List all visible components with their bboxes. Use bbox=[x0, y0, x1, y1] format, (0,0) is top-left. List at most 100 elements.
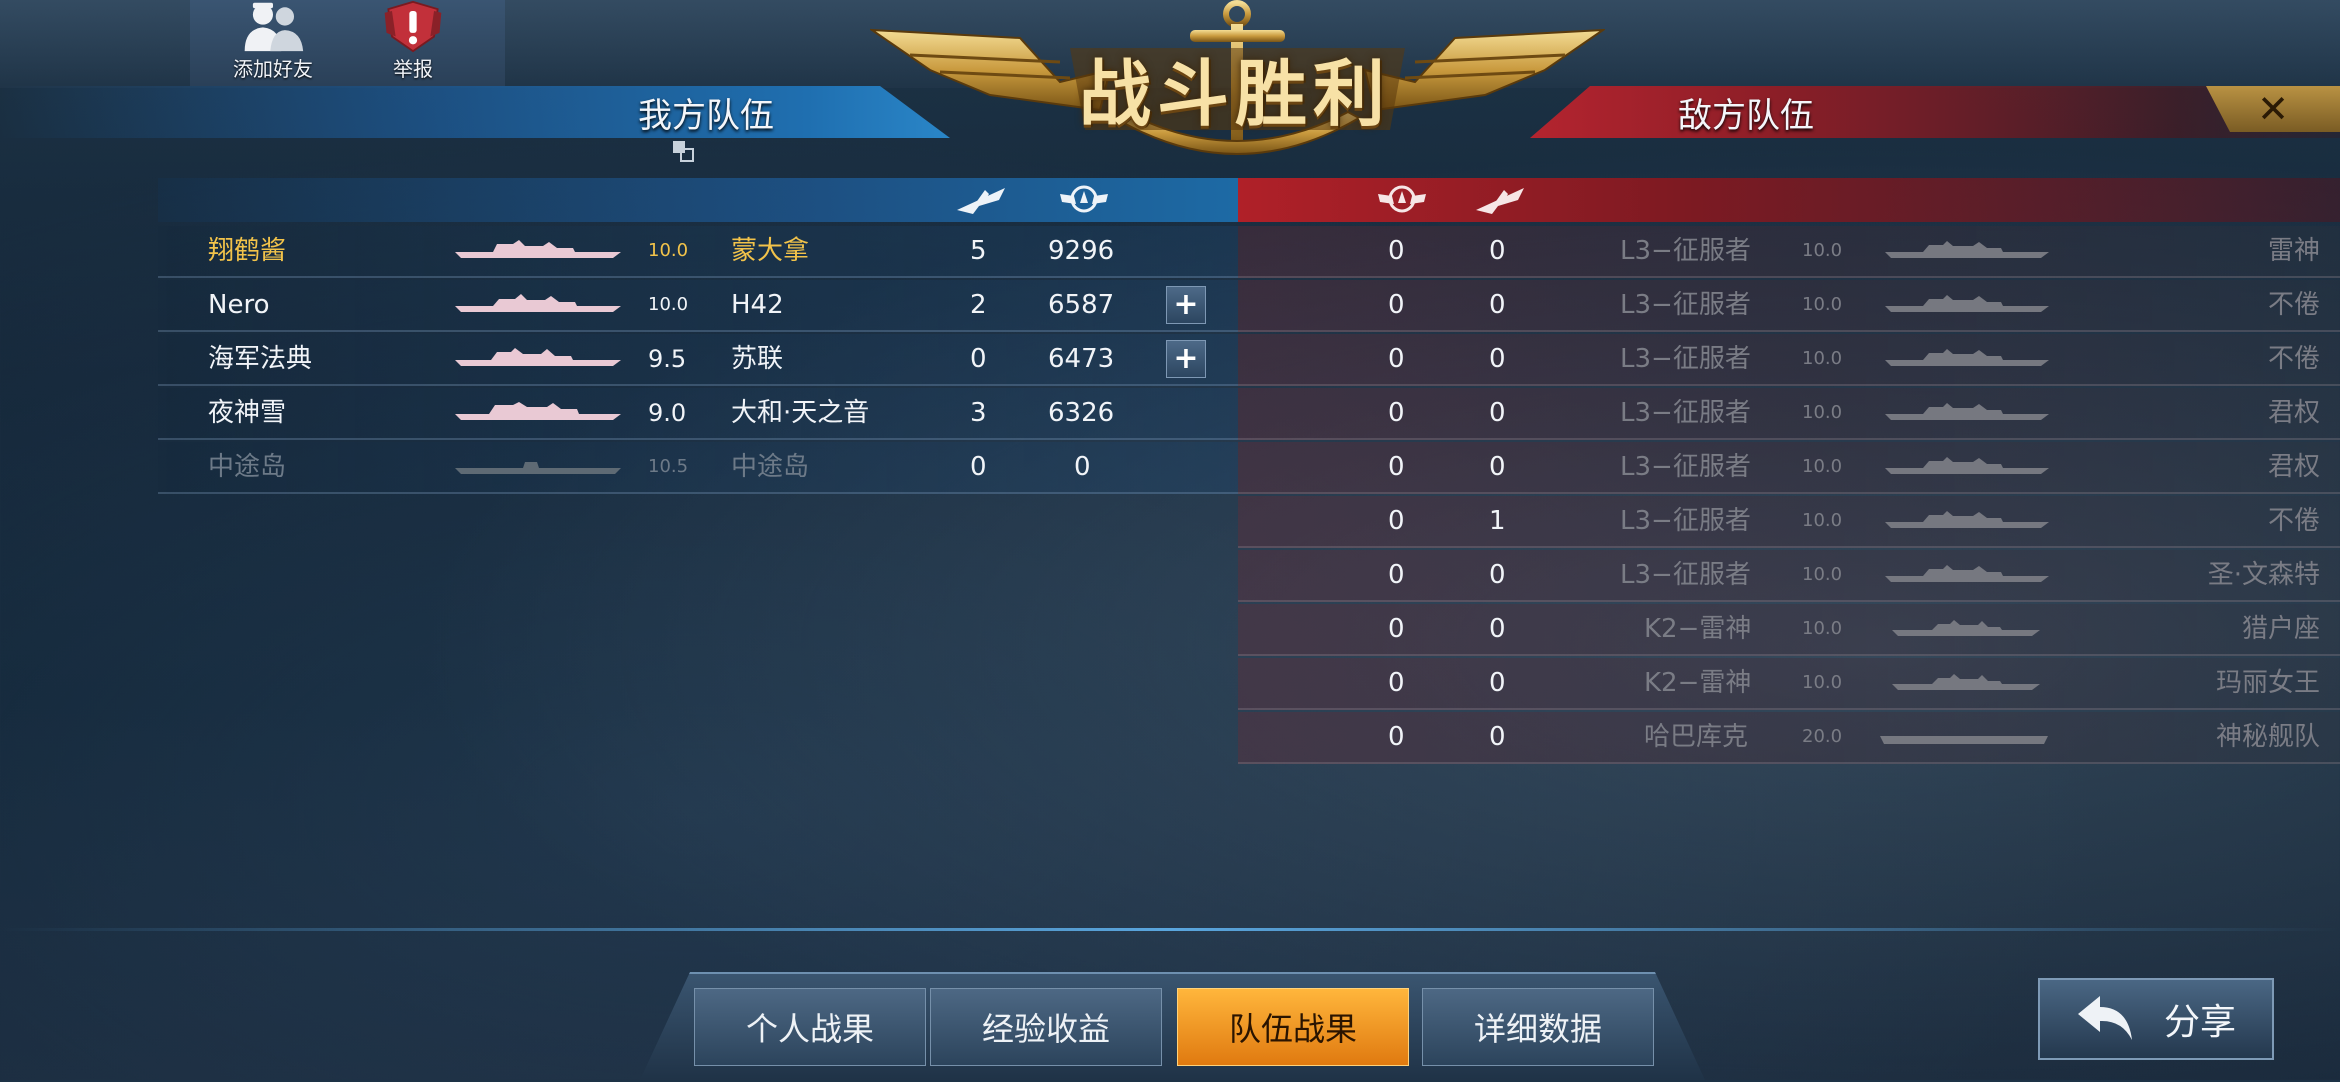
score-value: 0 bbox=[1388, 614, 1405, 644]
score-value: 9296 bbox=[1048, 236, 1115, 266]
kills-count: 2 bbox=[970, 290, 987, 320]
enemy-row[interactable]: 0 0 K2−雷神 10.0 玛丽女王 bbox=[1238, 658, 2340, 710]
expand-icon[interactable] bbox=[672, 140, 694, 162]
battleship-silhouette-icon bbox=[1885, 565, 2049, 582]
ally-row[interactable]: Nero 10.0 H42 2 6587 + bbox=[158, 280, 1238, 332]
battleship-silhouette-icon bbox=[455, 240, 621, 258]
player-name: 不倦 bbox=[2267, 506, 2320, 536]
score-value: 6326 bbox=[1048, 398, 1115, 428]
score-value: 0 bbox=[1388, 668, 1405, 698]
score-value: 0 bbox=[1388, 560, 1405, 590]
player-name: 神秘舰队 bbox=[2215, 722, 2320, 752]
report-shield-icon bbox=[384, 0, 442, 53]
ship-tier: 10.0 bbox=[1802, 456, 1843, 477]
ally-row[interactable]: 中途岛 10.5 中途岛 0 0 bbox=[158, 442, 1238, 494]
battleship-silhouette-icon bbox=[455, 294, 621, 312]
battleship-silhouette-icon bbox=[1885, 295, 2049, 312]
ship-name: 蒙大拿 bbox=[731, 236, 810, 266]
battleship-silhouette-icon bbox=[1885, 457, 2049, 474]
kills-count: 0 bbox=[1489, 398, 1506, 428]
player-name: 海军法典 bbox=[208, 344, 313, 374]
plane-icon bbox=[957, 188, 1005, 214]
battleship-silhouette-icon bbox=[455, 348, 621, 366]
player-name: 猎户座 bbox=[2241, 614, 2320, 644]
ship-name: 哈巴库克 bbox=[1644, 722, 1749, 752]
tab-experience-gain[interactable]: 经验收益 bbox=[930, 988, 1162, 1066]
score-value: 6473 bbox=[1048, 344, 1115, 374]
enemy-row[interactable]: 0 0 L3−征服者 10.0 君权 bbox=[1238, 442, 2340, 494]
battleship-silhouette-icon bbox=[455, 402, 621, 420]
ship-tier: 9.0 bbox=[648, 399, 687, 427]
enemy-row[interactable]: 0 0 L3−征服者 10.0 雷神 bbox=[1238, 226, 2340, 278]
tab-personal-result[interactable]: 个人战果 bbox=[694, 988, 926, 1066]
ship-tier: 10.0 bbox=[1802, 240, 1843, 261]
social-panel: 添加好友 举报 bbox=[190, 0, 505, 86]
ship-tier: 10.0 bbox=[648, 294, 689, 315]
close-icon: ✕ bbox=[2257, 87, 2289, 131]
kills-count: 0 bbox=[1489, 290, 1506, 320]
ship-name: L3−征服者 bbox=[1620, 290, 1751, 320]
ship-tier: 10.0 bbox=[1802, 294, 1843, 315]
add-friend-plus-button[interactable]: + bbox=[1166, 340, 1206, 378]
kills-count: 0 bbox=[1489, 722, 1506, 752]
ship-tier: 10.0 bbox=[1802, 510, 1843, 531]
score-value: 0 bbox=[1388, 398, 1405, 428]
score-value: 0 bbox=[1388, 290, 1405, 320]
ship-name: L3−征服者 bbox=[1620, 560, 1751, 590]
ship-tier: 10.0 bbox=[1802, 402, 1843, 423]
enemy-row[interactable]: 0 0 L3−征服者 10.0 不倦 bbox=[1238, 334, 2340, 386]
report-button[interactable]: 举报 bbox=[348, 0, 478, 86]
enemy-row[interactable]: 0 1 L3−征服者 10.0 不倦 bbox=[1238, 496, 2340, 548]
carrier-silhouette-icon bbox=[455, 462, 621, 474]
kills-count: 5 bbox=[970, 236, 987, 266]
kills-count: 0 bbox=[1489, 236, 1506, 266]
enemy-row[interactable]: 0 0 L3−征服者 10.0 不倦 bbox=[1238, 280, 2340, 332]
player-name: 不倦 bbox=[2267, 290, 2320, 320]
divider bbox=[0, 928, 2340, 931]
ship-name: L3−征服者 bbox=[1620, 452, 1751, 482]
add-friend-button[interactable]: 添加好友 bbox=[208, 0, 338, 86]
kills-count: 0 bbox=[1489, 560, 1506, 590]
ship-name: L3−征服者 bbox=[1620, 506, 1751, 536]
kills-count: 0 bbox=[970, 344, 987, 374]
score-value: 0 bbox=[1388, 506, 1405, 536]
share-button[interactable]: 分享 bbox=[2038, 978, 2274, 1060]
ally-row[interactable]: 夜神雪 9.0 大和·天之音 3 6326 bbox=[158, 388, 1238, 440]
player-name: 翔鹤酱 bbox=[208, 236, 287, 266]
score-value: 6587 bbox=[1048, 290, 1115, 320]
kills-count: 0 bbox=[970, 452, 987, 482]
kills-count: 1 bbox=[1489, 506, 1506, 536]
iceberg-ship-silhouette-icon bbox=[1880, 736, 2048, 744]
player-name: 不倦 bbox=[2267, 344, 2320, 374]
tab-detailed-data[interactable]: 详细数据 bbox=[1422, 988, 1654, 1066]
ship-name: 大和·天之音 bbox=[731, 398, 870, 428]
score-value: 0 bbox=[1388, 452, 1405, 482]
add-friend-plus-button[interactable]: + bbox=[1166, 286, 1206, 324]
enemy-row[interactable]: 0 0 L3−征服者 10.0 君权 bbox=[1238, 388, 2340, 440]
return-arrow-icon bbox=[2077, 996, 2132, 1040]
player-name: 君权 bbox=[2267, 398, 2320, 428]
player-name: 圣·文森特 bbox=[2207, 560, 2320, 590]
ship-name: L3−征服者 bbox=[1620, 236, 1751, 266]
winged-medal-icon bbox=[1060, 185, 1108, 213]
score-value: 0 bbox=[1388, 344, 1405, 374]
report-label: 举报 bbox=[393, 57, 433, 81]
ship-name: K2−雷神 bbox=[1644, 614, 1752, 644]
ally-row[interactable]: 海军法典 9.5 苏联 0 6473 + bbox=[158, 334, 1238, 386]
score-value: 0 bbox=[1388, 722, 1405, 752]
enemy-row[interactable]: 0 0 哈巴库克 20.0 神秘舰队 bbox=[1238, 712, 2340, 764]
ally-team-header bbox=[0, 86, 950, 138]
ship-tier: 10.0 bbox=[648, 240, 689, 261]
enemy-row[interactable]: 0 0 K2−雷神 10.0 猎户座 bbox=[1238, 604, 2340, 656]
kills-count: 3 bbox=[970, 398, 987, 428]
ship-tier: 20.0 bbox=[1802, 726, 1843, 747]
ship-tier: 10.5 bbox=[648, 456, 689, 477]
add-friend-label: 添加好友 bbox=[233, 57, 313, 81]
cruiser-silhouette-icon bbox=[1892, 674, 2040, 690]
ally-row[interactable]: 翔鹤酱 10.0 蒙大拿 5 9296 bbox=[158, 226, 1238, 278]
enemy-row[interactable]: 0 0 L3−征服者 10.0 圣·文森特 bbox=[1238, 550, 2340, 602]
ship-tier: 10.0 bbox=[1802, 348, 1843, 369]
tab-team-result[interactable]: 队伍战果 bbox=[1177, 988, 1409, 1066]
battleship-silhouette-icon bbox=[1885, 349, 2049, 366]
ship-name: K2−雷神 bbox=[1644, 668, 1752, 698]
